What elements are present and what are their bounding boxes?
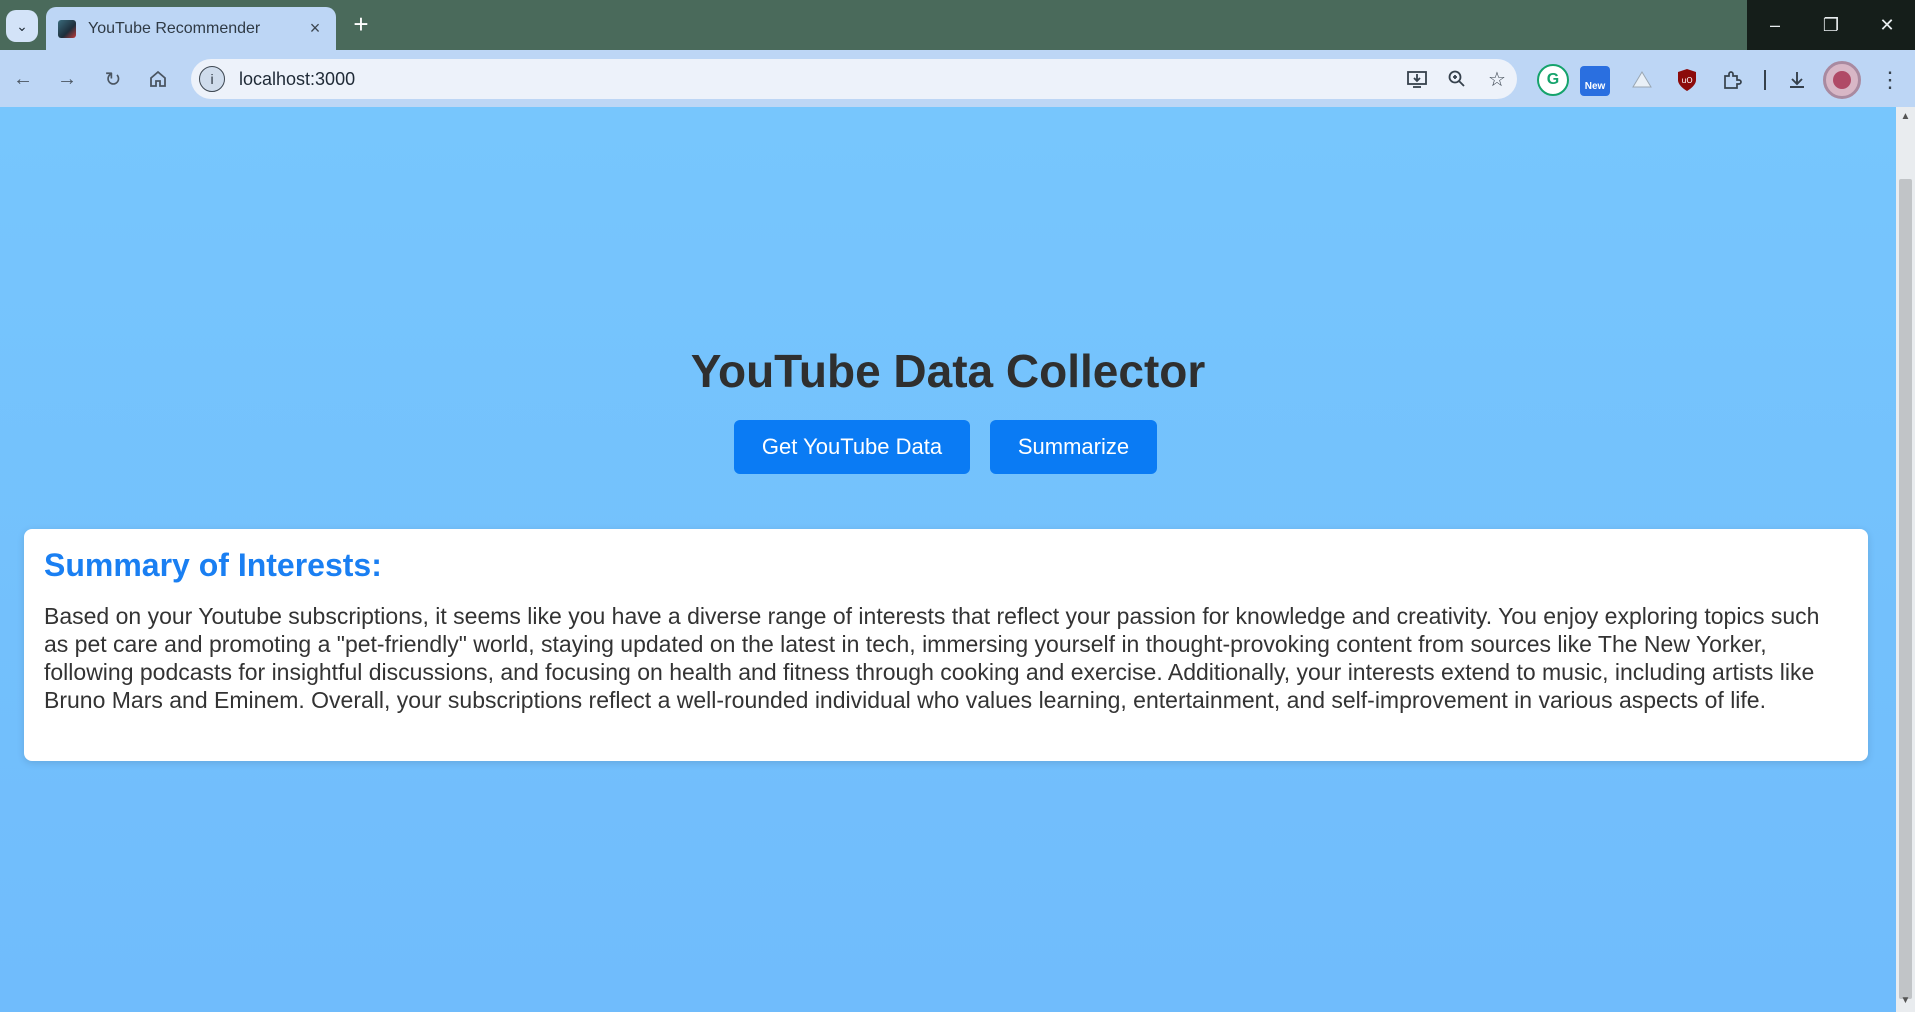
grammarly-extension-icon[interactable]: G bbox=[1537, 64, 1569, 96]
page-title: YouTube Data Collector bbox=[690, 345, 1206, 397]
ublock-extension-icon[interactable]: uO bbox=[1671, 64, 1703, 96]
drive-extension-icon[interactable] bbox=[1626, 64, 1658, 96]
reload-icon: ↻ bbox=[104, 68, 122, 91]
extensions-puzzle-icon[interactable] bbox=[1716, 64, 1748, 96]
scroll-thumb[interactable] bbox=[1899, 179, 1912, 999]
tab-title: YouTube Recommender bbox=[88, 19, 261, 37]
new-badge: New bbox=[1584, 80, 1606, 92]
downloads-icon[interactable] bbox=[1781, 64, 1813, 96]
vertical-scrollbar[interactable]: ▲ ▼ bbox=[1896, 107, 1915, 1012]
profile-avatar[interactable] bbox=[1823, 61, 1861, 99]
browser-toolbar: ← → ↻ i localhost:3000 ☆ G New uO ⋮ bbox=[0, 50, 1915, 107]
scroll-up-arrow-icon[interactable]: ▲ bbox=[1899, 111, 1912, 125]
home-button[interactable] bbox=[143, 64, 173, 94]
svg-text:uO: uO bbox=[1681, 76, 1692, 85]
url-text[interactable]: localhost:3000 bbox=[239, 69, 1397, 90]
new-tab-button[interactable]: + bbox=[348, 11, 374, 38]
close-window-button[interactable]: ✕ bbox=[1859, 0, 1915, 50]
restore-button[interactable]: ❐ bbox=[1803, 0, 1859, 50]
install-app-icon[interactable] bbox=[1397, 59, 1437, 99]
home-icon bbox=[150, 70, 166, 87]
zoom-icon[interactable] bbox=[1437, 59, 1477, 99]
bookmark-star-icon[interactable]: ☆ bbox=[1477, 59, 1517, 99]
tab-search-button[interactable]: ⌄ bbox=[6, 10, 38, 42]
summary-card: Summary of Interests: Based on your Yout… bbox=[24, 529, 1868, 761]
summarize-button[interactable]: Summarize bbox=[990, 420, 1157, 474]
back-arrow-icon: ← bbox=[13, 67, 33, 90]
summary-heading: Summary of Interests: bbox=[44, 547, 382, 583]
minimize-button[interactable]: – bbox=[1747, 0, 1803, 50]
close-tab-icon[interactable]: × bbox=[304, 18, 326, 39]
window-controls: – ❐ ✕ bbox=[1747, 0, 1915, 50]
new-extension-icon[interactable]: New bbox=[1580, 66, 1610, 96]
reload-button[interactable]: ↻ bbox=[98, 64, 128, 94]
browser-titlebar: ⌄ YouTube Recommender × + – ❐ ✕ bbox=[0, 0, 1915, 50]
forward-arrow-icon: → bbox=[57, 67, 77, 90]
address-bar[interactable]: i localhost:3000 ☆ bbox=[191, 59, 1517, 99]
back-button[interactable]: ← bbox=[8, 64, 38, 94]
menu-kebab-icon[interactable]: ⋮ bbox=[1874, 64, 1906, 96]
page-viewport: YouTube Data Collector Get YouTube Data … bbox=[0, 107, 1896, 1012]
summary-text: Based on your Youtube subscriptions, it … bbox=[44, 603, 1820, 713]
chevron-down-icon: ⌄ bbox=[16, 17, 28, 34]
scroll-down-arrow-icon[interactable]: ▼ bbox=[1899, 995, 1912, 1009]
browser-tab[interactable]: YouTube Recommender × bbox=[46, 7, 336, 50]
site-info-icon[interactable]: i bbox=[199, 66, 225, 92]
get-youtube-data-button[interactable]: Get YouTube Data bbox=[734, 420, 970, 474]
forward-button[interactable]: → bbox=[52, 64, 82, 94]
avatar-image bbox=[1833, 71, 1851, 89]
toolbar-divider bbox=[1764, 70, 1766, 90]
favicon-icon bbox=[58, 19, 76, 38]
